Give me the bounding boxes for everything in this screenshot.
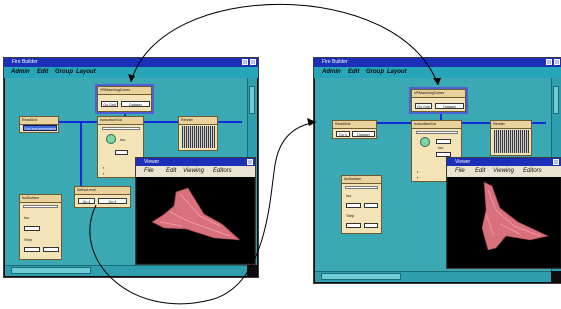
- left-isosurface-render: [151, 187, 241, 241]
- arrowhead-top-right: [433, 78, 441, 85]
- arrowhead-bottom: [307, 118, 316, 126]
- right-isosurface-render: [481, 181, 549, 251]
- arrowhead-top-left: [128, 74, 135, 82]
- annotation-overlay: [89, 3, 549, 305]
- connector-arc-top: [130, 3, 439, 86]
